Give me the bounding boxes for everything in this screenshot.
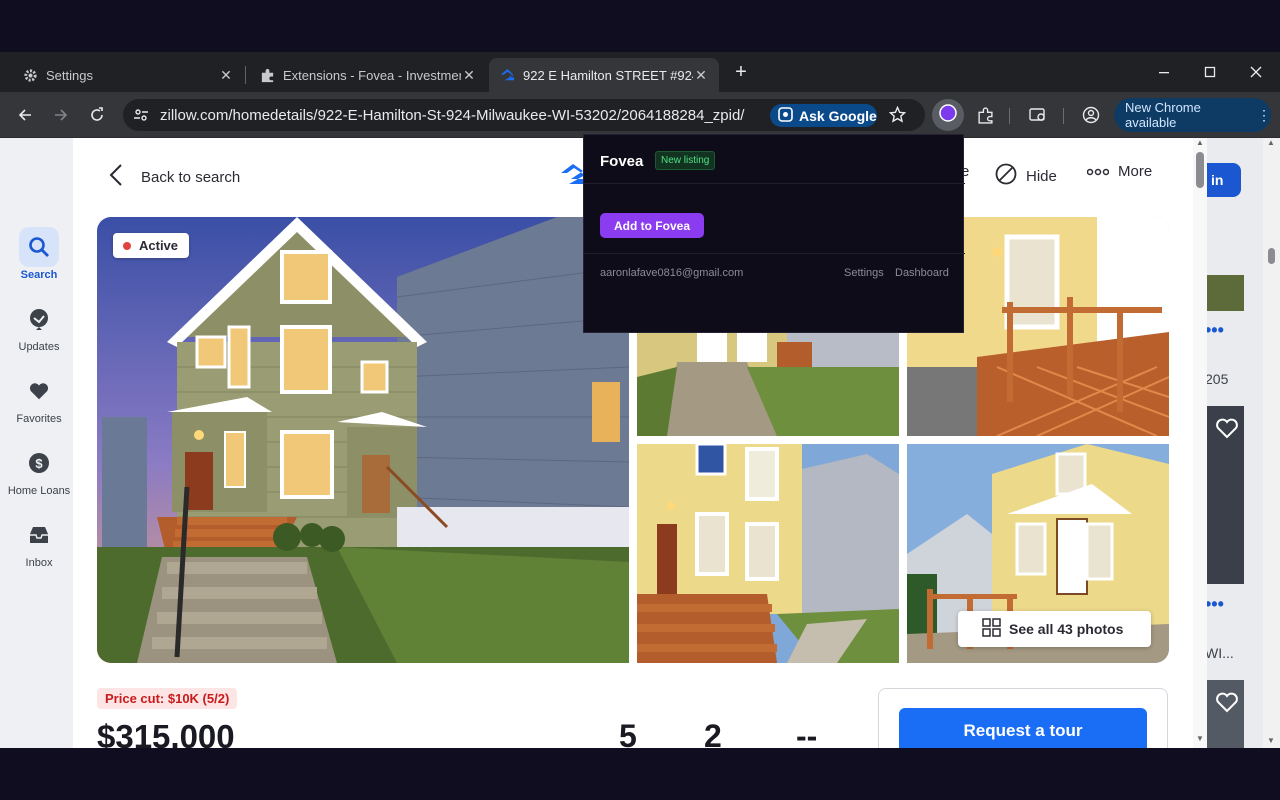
new-listing-badge: New listing xyxy=(655,151,716,170)
search-icon xyxy=(19,227,59,267)
toolbar-divider xyxy=(1009,108,1010,124)
toolbar-divider xyxy=(1063,108,1064,124)
gear-icon xyxy=(22,67,38,83)
new-tab-button[interactable]: + xyxy=(730,62,752,84)
ask-google-label: Ask Google xyxy=(799,107,877,124)
main-listing-photo[interactable]: Active xyxy=(97,217,629,663)
background-snippet: 205 xyxy=(1205,371,1229,387)
site-info-icon[interactable] xyxy=(133,107,149,128)
popup-settings-link[interactable]: Settings xyxy=(844,267,884,279)
back-arrow-icon[interactable] xyxy=(13,103,37,127)
dollar-icon: $ xyxy=(19,443,59,483)
fovea-extension-popup: Fovea New listing Add to Fovea aaronlafa… xyxy=(583,134,965,333)
user-email: aaronlafave0816@gmail.com xyxy=(600,267,744,279)
heart-icon xyxy=(19,371,59,411)
tab-search-icon[interactable] xyxy=(1026,103,1050,127)
forward-arrow-icon[interactable] xyxy=(49,103,73,127)
popup-dashboard-link[interactable]: Dashboard xyxy=(895,267,949,279)
heart-outline-icon[interactable] xyxy=(1214,690,1240,719)
updates-icon xyxy=(19,299,59,339)
tab-title: 922 E Hamilton STREET #924, M xyxy=(523,67,693,83)
see-all-photos-label: See all 43 photos xyxy=(1009,621,1124,637)
tab-title: Settings xyxy=(46,67,93,83)
close-icon[interactable]: ✕ xyxy=(693,67,709,84)
inbox-icon xyxy=(19,515,59,555)
hide-button[interactable]: Hide xyxy=(995,163,1057,189)
new-chrome-label: New Chrome available xyxy=(1125,100,1201,130)
more-label: More xyxy=(1118,163,1153,180)
svg-text:$: $ xyxy=(35,456,43,471)
tab-zillow-listing[interactable]: 922 E Hamilton STREET #924, M ✕ xyxy=(489,58,719,92)
new-chrome-available-button[interactable]: New Chrome available ⋮ xyxy=(1114,98,1271,132)
window-close-icon[interactable] xyxy=(1244,60,1268,84)
extensions-puzzle-icon[interactable] xyxy=(973,103,997,127)
bookmark-star-icon[interactable] xyxy=(888,105,907,128)
sidebar-item-label: Updates xyxy=(18,341,60,353)
beds-count: 5 xyxy=(619,718,637,748)
fovea-icon xyxy=(939,103,957,127)
add-to-fovea-button[interactable]: Add to Fovea xyxy=(600,213,704,238)
more-icon[interactable]: ••• xyxy=(1205,594,1224,615)
sidebar-item-updates[interactable]: Updates xyxy=(0,299,78,353)
tab-settings[interactable]: Settings ✕ xyxy=(0,58,244,92)
ask-google-button[interactable]: Ask Google xyxy=(770,104,877,127)
page-scrollbar[interactable]: ▲ ▼ xyxy=(1263,138,1280,748)
sidebar-item-label: Inbox xyxy=(25,557,53,569)
more-icon[interactable]: ••• xyxy=(1205,320,1224,341)
close-icon[interactable]: ✕ xyxy=(461,67,477,84)
browser-window: Settings ✕ Extensions - Fovea - Investme… xyxy=(0,52,1280,748)
sidebar-item-label: Favorites xyxy=(16,413,62,425)
browser-toolbar: zillow.com/homedetails/922-E-Hamilton-St… xyxy=(0,92,1280,138)
request-tour-button[interactable]: Request a tour xyxy=(899,708,1147,748)
url-text: zillow.com/homedetails/922-E-Hamilton-St… xyxy=(160,107,745,124)
sidebar-item-inbox[interactable]: Inbox xyxy=(0,515,78,569)
popup-title: Fovea xyxy=(600,153,644,170)
profile-icon[interactable] xyxy=(1079,103,1103,127)
gallery-photo[interactable] xyxy=(637,444,899,663)
tab-strip: Settings ✕ Extensions - Fovea - Investme… xyxy=(0,52,1280,92)
grid-icon xyxy=(982,618,1001,640)
hide-icon xyxy=(995,163,1017,189)
sidebar-item-label: Search xyxy=(20,269,58,281)
maximize-icon[interactable] xyxy=(1198,60,1222,84)
sqft-value: -- xyxy=(796,718,818,748)
baths-count: 2 xyxy=(704,718,722,748)
modal-scrollbar[interactable]: ▲ ▼ xyxy=(1193,138,1207,748)
kebab-menu-icon: ⋮ xyxy=(1257,107,1271,123)
puzzle-icon xyxy=(259,67,275,83)
see-all-photos-button[interactable]: See all 43 photos xyxy=(958,611,1151,647)
popup-divider xyxy=(584,253,965,254)
listing-price: $315,000 xyxy=(97,718,235,748)
zillow-icon xyxy=(499,67,515,83)
minimize-icon[interactable] xyxy=(1152,60,1176,84)
zillow-logo[interactable] xyxy=(561,163,585,194)
back-to-search-button[interactable]: Back to search xyxy=(109,164,240,190)
sidebar-item-favorites[interactable]: Favorites xyxy=(0,371,78,425)
hide-label: Hide xyxy=(1026,167,1057,185)
more-dots-icon xyxy=(1086,163,1110,180)
sidebar-item-label: Home Loans xyxy=(7,485,71,497)
reload-icon[interactable] xyxy=(85,103,109,127)
zillow-sidebar: Search Updates Favorites $ Home Loans In… xyxy=(0,138,78,748)
price-cut-badge: Price cut: $10K (5/2) xyxy=(97,688,238,709)
background-snippet: WI... xyxy=(1205,645,1234,661)
back-to-search-label: Back to search xyxy=(141,168,241,186)
lens-icon xyxy=(778,106,793,125)
more-button[interactable]: More xyxy=(1086,163,1153,180)
fovea-extension-button[interactable] xyxy=(932,99,964,131)
status-dot-icon xyxy=(123,241,131,250)
sidebar-item-search[interactable]: Search xyxy=(0,227,78,281)
heart-outline-icon[interactable] xyxy=(1214,416,1240,445)
status-badge: Active xyxy=(113,233,190,258)
popup-divider xyxy=(584,183,965,184)
tab-extensions[interactable]: Extensions - Fovea - Investment ✕ xyxy=(237,58,487,92)
address-bar[interactable]: zillow.com/homedetails/922-E-Hamilton-St… xyxy=(123,99,925,131)
sidebar-item-home-loans[interactable]: $ Home Loans xyxy=(0,443,78,497)
chevron-left-icon xyxy=(109,164,123,190)
tab-title: Extensions - Fovea - Investment xyxy=(283,67,461,83)
close-icon[interactable]: ✕ xyxy=(218,67,234,84)
status-label: Active xyxy=(139,238,179,253)
